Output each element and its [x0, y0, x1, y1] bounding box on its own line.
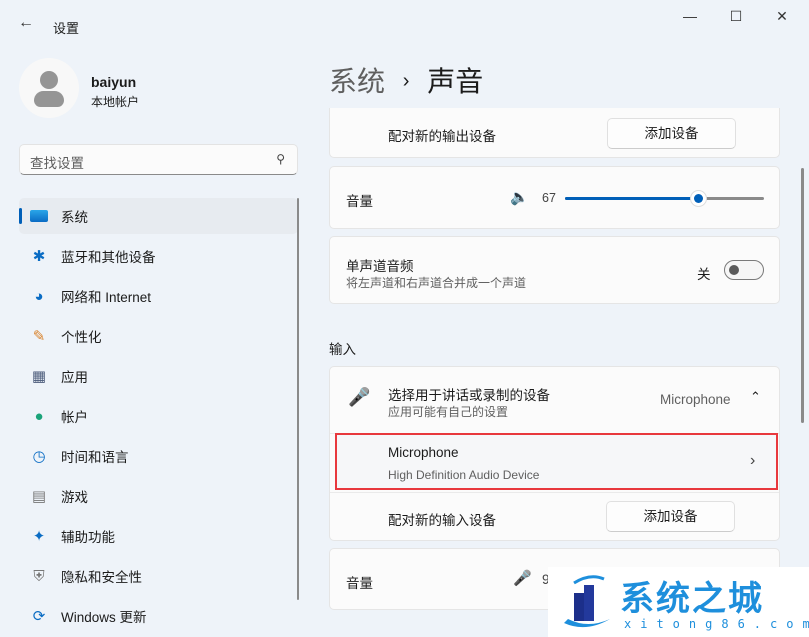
mono-audio-card: 单声道音频 将左声道和右声道合并成一个声道 关 — [329, 236, 780, 304]
choose-input-desc: 应用可能有自己的设置 — [388, 405, 509, 419]
sidebar-item-label: 隐私和安全性 — [61, 570, 142, 585]
sidebar-item-7[interactable]: ▤ 游戏 — [19, 478, 298, 514]
sidebar-item-4[interactable]: ▦ 应用 — [19, 358, 298, 394]
pair-output-label: 配对新的输出设备 — [388, 129, 496, 144]
selected-input-value: Microphone — [660, 392, 731, 407]
apps-icon: ▦ — [31, 368, 47, 385]
output-volume-value: 67 — [542, 191, 556, 205]
watermark-logo-icon — [564, 575, 610, 628]
speaker-icon[interactable]: 🔈 — [510, 188, 529, 206]
watermark-url: xitong86.com — [624, 617, 809, 631]
sidebar-item-label: 帐户 — [61, 410, 88, 425]
monitor-icon — [29, 207, 49, 225]
main-scrollbar[interactable] — [801, 168, 804, 423]
sidebar-item-9[interactable]: ⛨ 隐私和安全性 — [19, 558, 298, 594]
accessibility-icon: ✦ — [32, 528, 46, 545]
shield-icon: ⛨ — [33, 567, 45, 585]
sidebar-item-label: 辅助功能 — [61, 530, 115, 545]
sidebar-item-label: Windows 更新 — [61, 610, 147, 625]
sidebar-item-0[interactable]: 系统 — [19, 198, 298, 234]
avatar[interactable] — [19, 58, 79, 118]
device-desc: High Definition Audio Device — [388, 468, 540, 482]
mono-audio-label: 单声道音频 — [346, 259, 414, 274]
minimize-button[interactable]: — — [675, 8, 705, 24]
breadcrumb-parent[interactable]: 系统 — [329, 66, 385, 97]
output-volume-slider[interactable] — [565, 190, 764, 207]
sidebar-item-10[interactable]: ⟳ Windows 更新 — [19, 598, 298, 634]
output-volume-label: 音量 — [346, 194, 373, 209]
bluetooth-icon: ✱ — [32, 248, 46, 265]
sidebar-scrollbar[interactable] — [297, 198, 299, 600]
sidebar-item-8[interactable]: ✦ 辅助功能 — [19, 518, 298, 554]
input-device-card: 🎤 选择用于讲话或录制的设备 应用可能有自己的设置 Microphone ⌃ M… — [329, 366, 780, 541]
maximize-button[interactable]: ☐ — [721, 8, 751, 25]
input-section-heading: 输入 — [329, 342, 356, 357]
sidebar-item-label: 游戏 — [61, 490, 88, 505]
slider-thumb[interactable] — [690, 190, 708, 207]
add-input-device-button[interactable]: 添加设备 — [606, 501, 735, 532]
sidebar-item-label: 应用 — [61, 370, 88, 385]
sidebar-item-2[interactable]: ◕ 网络和 Internet — [19, 278, 298, 314]
watermark-text: 系统之城 — [620, 580, 764, 618]
sidebar-item-label: 时间和语言 — [61, 450, 129, 465]
sidebar-item-label: 系统 — [61, 210, 88, 225]
back-button[interactable]: ← — [18, 14, 34, 32]
pair-input-label: 配对新的输入设备 — [388, 513, 496, 528]
chevron-right-icon: › — [750, 452, 756, 469]
person-icon: ● — [34, 407, 44, 425]
microphone-device-item[interactable]: Microphone High Definition Audio Device … — [335, 433, 778, 490]
add-output-device-button[interactable]: 添加设备 — [607, 118, 736, 149]
window-title: 设置 — [53, 21, 80, 36]
sidebar-item-label: 网络和 Internet — [61, 290, 152, 305]
chevron-up-icon[interactable]: ⌃ — [750, 389, 761, 405]
input-volume-label: 音量 — [346, 576, 373, 591]
wifi-icon: ◕ — [34, 287, 44, 305]
output-volume-card: 音量 🔈 67 — [329, 166, 780, 229]
brush-icon: ✎ — [32, 328, 46, 345]
sidebar-item-5[interactable]: ● 帐户 — [19, 398, 298, 434]
search-input[interactable]: 查找设置 ⚲ — [19, 144, 298, 175]
sidebar-item-3[interactable]: ✎ 个性化 — [19, 318, 298, 354]
mono-audio-desc: 将左声道和右声道合并成一个声道 — [346, 276, 527, 290]
search-icon: ⚲ — [276, 152, 285, 166]
mono-audio-toggle[interactable] — [724, 260, 764, 280]
pair-output-card: 配对新的输出设备 添加设备 — [329, 108, 780, 158]
page-title: 声音 — [427, 66, 484, 97]
microphone-icon[interactable]: 🎤 — [513, 569, 532, 587]
watermark: 系统之城 xitong86.com — [548, 567, 809, 637]
sidebar-item-label: 蓝牙和其他设备 — [61, 250, 156, 265]
search-placeholder: 查找设置 — [30, 156, 84, 171]
user-name: baiyun — [91, 74, 137, 90]
sidebar-item-label: 个性化 — [61, 330, 102, 345]
gamepad-icon: ▤ — [31, 488, 47, 505]
account-type: 本地帐户 — [91, 95, 140, 109]
slider-fill — [565, 197, 699, 200]
sidebar-item-6[interactable]: ◷ 时间和语言 — [19, 438, 298, 474]
microphone-icon: 🎤 — [348, 387, 371, 407]
sidebar-item-1[interactable]: ✱ 蓝牙和其他设备 — [19, 238, 298, 274]
update-icon: ⟳ — [32, 608, 46, 625]
breadcrumb: 系统 › 声音 — [329, 60, 483, 100]
mono-toggle-state: 关 — [697, 267, 711, 282]
device-name: Microphone — [388, 445, 459, 460]
breadcrumb-separator: › — [402, 70, 410, 92]
close-button[interactable]: ✕ — [767, 8, 797, 25]
choose-input-label: 选择用于讲话或录制的设备 — [388, 388, 550, 403]
globe-clock-icon: ◷ — [32, 448, 46, 465]
